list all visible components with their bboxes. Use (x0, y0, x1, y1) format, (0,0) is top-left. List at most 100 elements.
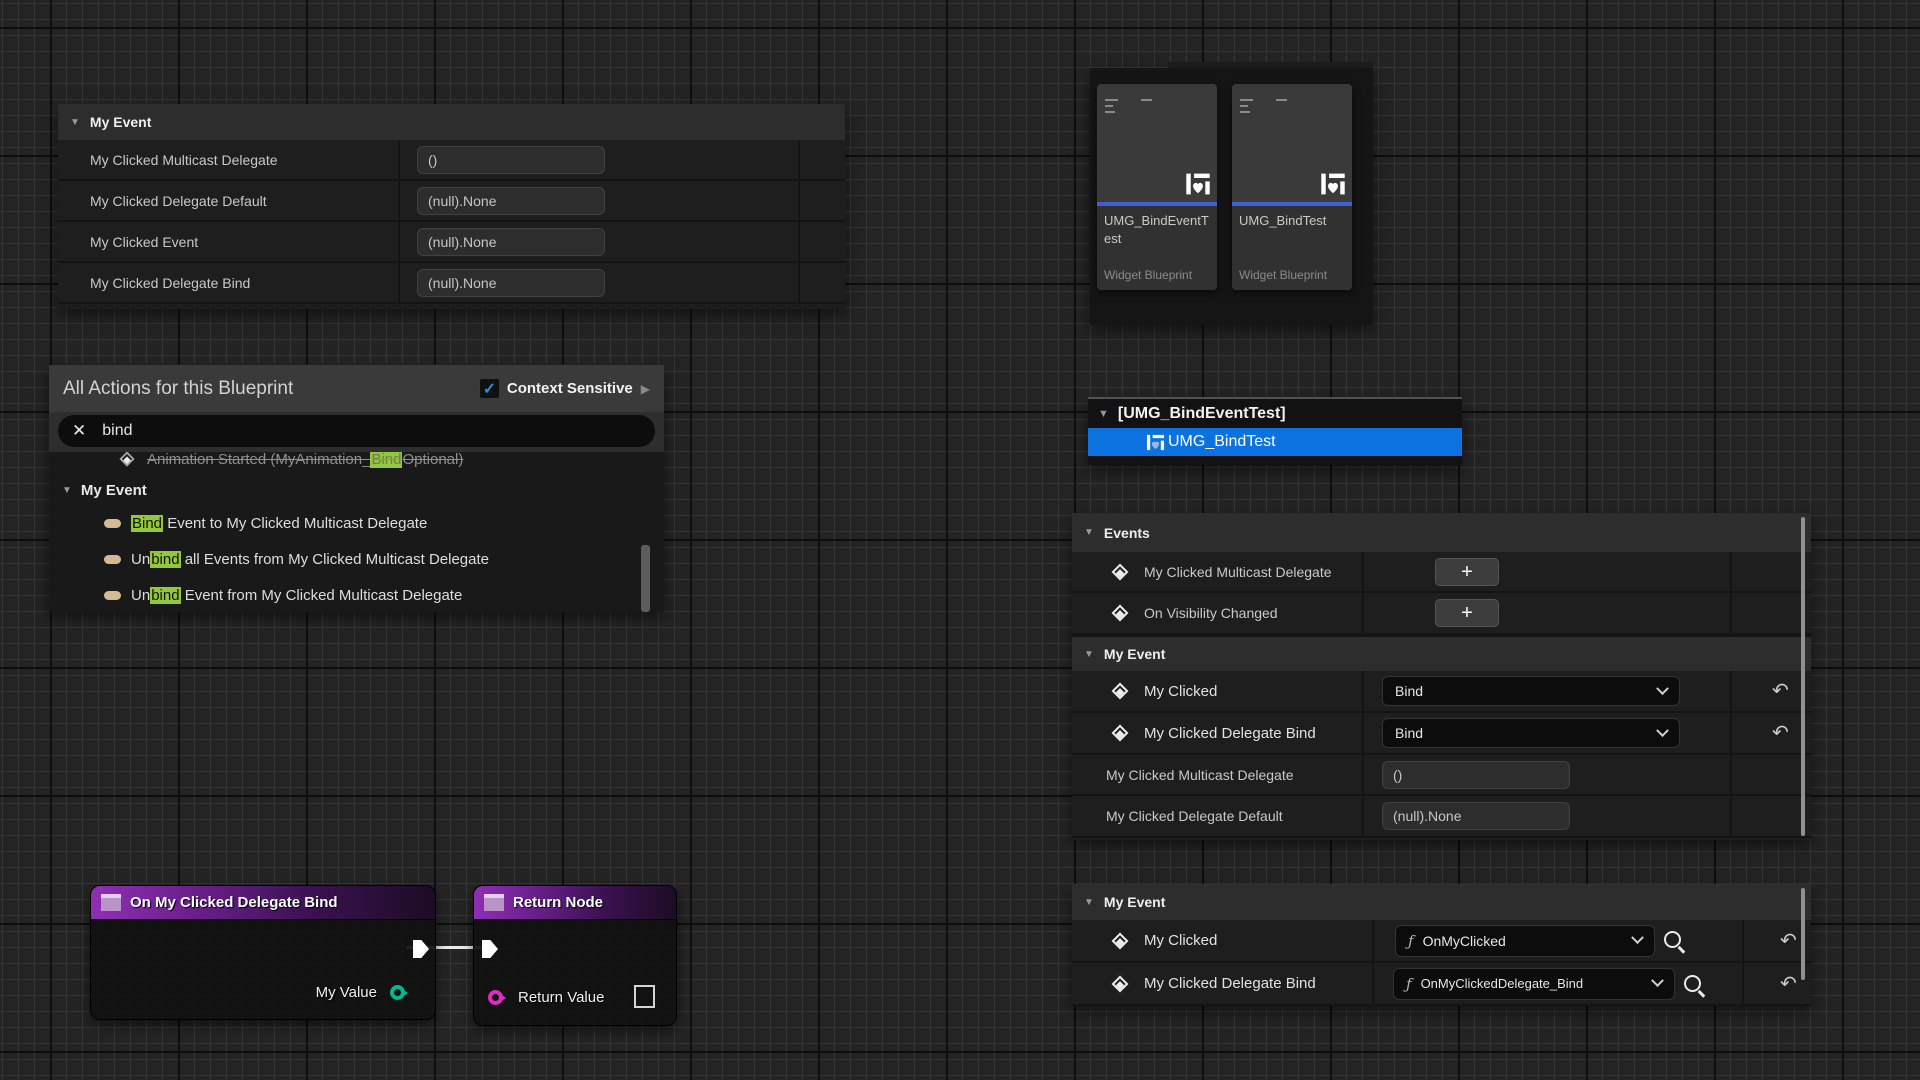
event-label: My Clicked Multicast Delegate (1144, 564, 1332, 580)
node-title: Return Node (513, 894, 603, 911)
my-event-category-header[interactable]: ▼ My Event (1072, 884, 1811, 920)
asset-tile[interactable]: UMG_BindTest Widget Blueprint (1232, 84, 1352, 290)
column-divider[interactable] (1372, 920, 1374, 961)
actions-category-my-event[interactable]: ▼ My Event (49, 475, 664, 505)
property-value-field[interactable]: (null).None (417, 269, 605, 297)
pin-label: Return Value (518, 989, 604, 1006)
widget-blueprint-icon (1320, 171, 1346, 197)
column-divider[interactable] (1362, 796, 1364, 836)
collapse-triangle-icon: ▼ (1084, 527, 1094, 538)
return-value-checkbox[interactable] (634, 985, 655, 1008)
details-panel-bottom-right: ▼ My Event My Clicked ƒ OnMyClicked ↶ My… (1072, 884, 1811, 1006)
hierarchy-selected-row[interactable]: UMG_BindTest (1088, 428, 1462, 456)
category-title: Events (1104, 525, 1150, 541)
exec-out-pin[interactable] (413, 940, 429, 958)
column-divider[interactable] (1730, 796, 1732, 836)
property-value-field[interactable]: () (1382, 761, 1570, 789)
column-divider[interactable] (798, 222, 800, 261)
pin-label: My Value (316, 984, 377, 1001)
chevron-down-icon (1651, 974, 1664, 987)
reset-to-default-icon[interactable]: ↶ (1772, 681, 1789, 701)
asset-thumbnail (1232, 84, 1352, 202)
property-value-field[interactable]: (null).None (417, 187, 605, 215)
details-scrollbar[interactable] (1801, 888, 1805, 980)
details-scrollbar[interactable] (1801, 517, 1805, 836)
asset-tile[interactable]: UMG_BindEventTest Widget Blueprint (1097, 84, 1217, 290)
column-divider[interactable] (1730, 552, 1732, 591)
bind-dropdown[interactable]: Bind (1382, 676, 1680, 706)
column-divider[interactable] (1730, 713, 1732, 753)
node-header[interactable]: On My Clicked Delegate Bind (91, 886, 435, 920)
reset-to-default-icon[interactable]: ↶ (1780, 974, 1797, 994)
function-dropdown[interactable]: ƒ OnMyClickedDelegate_Bind (1393, 968, 1675, 1000)
column-divider[interactable] (1362, 593, 1364, 633)
add-event-button[interactable]: + (1435, 599, 1499, 627)
function-dropdown[interactable]: ƒ OnMyClicked (1395, 925, 1655, 957)
expander-arrow-icon[interactable]: ▶ (641, 382, 650, 396)
dropdown-value: OnMyClickedDelegate_Bind (1421, 976, 1584, 991)
event-dispatcher-icon (1112, 725, 1129, 742)
clear-search-icon[interactable]: ✕ (72, 421, 86, 441)
node-on-my-clicked-delegate-bind[interactable]: On My Clicked Delegate Bind My Value (90, 885, 436, 1020)
actions-menu-header: All Actions for this Blueprint ✓ Context… (49, 365, 664, 412)
column-divider[interactable] (398, 181, 400, 220)
action-item[interactable]: Bind Event to My Clicked Multicast Deleg… (49, 505, 664, 541)
asset-name: UMG_BindTest (1239, 212, 1345, 230)
action-item[interactable]: Unbind Event from My Clicked Multicast D… (49, 577, 664, 612)
column-divider[interactable] (1362, 552, 1364, 591)
column-divider[interactable] (798, 140, 800, 179)
action-item-disabled[interactable]: Animation Started (MyAnimation_BindOptio… (49, 452, 664, 475)
column-divider[interactable] (798, 263, 800, 302)
function-node-icon (101, 894, 121, 911)
value-in-pin[interactable] (488, 990, 503, 1005)
hierarchy-root-row[interactable]: ▼ [UMG_BindEventTest] (1088, 399, 1462, 428)
action-item[interactable]: Unbind all Events from My Clicked Multic… (49, 541, 664, 577)
column-divider[interactable] (1730, 593, 1732, 633)
browse-to-function-icon[interactable] (1664, 931, 1681, 948)
my-event-category-header[interactable]: ▼ My Event (1072, 635, 1811, 671)
value-out-pin[interactable] (390, 985, 405, 1000)
node-header[interactable]: Return Node (474, 886, 676, 920)
function-icon: ƒ (1406, 975, 1412, 993)
context-sensitive-checkbox[interactable]: ✓ (479, 378, 500, 399)
event-label: On Visibility Changed (1144, 605, 1278, 621)
column-divider[interactable] (1362, 671, 1364, 711)
property-value-field[interactable]: () (417, 146, 605, 174)
column-divider[interactable] (798, 181, 800, 220)
bind-dropdown[interactable]: Bind (1382, 718, 1680, 748)
column-divider[interactable] (398, 263, 400, 302)
column-divider[interactable] (398, 222, 400, 261)
unreal-blueprint-editor: { "details_top": { "header": "My Event",… (0, 0, 1920, 1080)
column-divider[interactable] (1362, 713, 1364, 753)
add-event-button[interactable]: + (1435, 558, 1499, 586)
column-divider[interactable] (398, 140, 400, 179)
chevron-down-icon (1656, 724, 1669, 737)
property-value-field[interactable]: (null).None (1382, 802, 1570, 830)
column-divider[interactable] (1372, 963, 1374, 1004)
event-row: On Visibility Changed + (1072, 593, 1811, 635)
reset-to-default-icon[interactable]: ↶ (1772, 723, 1789, 743)
column-divider[interactable] (1730, 671, 1732, 711)
property-row: My Clicked Delegate Default (null).None (58, 181, 845, 222)
column-divider[interactable] (1742, 963, 1744, 1004)
actions-search-bar: ✕ bind (49, 412, 664, 452)
exec-in-pin[interactable] (482, 940, 498, 958)
node-return-node[interactable]: Return Node Return Value (473, 885, 677, 1026)
hierarchy-panel: ▼ [UMG_BindEventTest] UMG_BindTest (1088, 397, 1462, 465)
function-icon: ƒ (1408, 932, 1414, 950)
asset-label-area: UMG_BindEventTest Widget Blueprint (1097, 206, 1217, 290)
events-category-header[interactable]: ▼ Events (1072, 513, 1811, 552)
actions-menu-title: All Actions for this Blueprint (63, 378, 293, 400)
property-row: My Clicked Multicast Delegate () (58, 140, 845, 181)
event-dispatcher-icon (1112, 563, 1129, 580)
column-divider[interactable] (1362, 755, 1364, 794)
search-input[interactable]: ✕ bind (58, 415, 655, 447)
actions-scrollbar[interactable] (641, 545, 650, 612)
column-divider[interactable] (1742, 920, 1744, 961)
category-header-my-event[interactable]: ▼ My Event (58, 104, 845, 140)
browse-to-function-icon[interactable] (1684, 975, 1701, 992)
reset-to-default-icon[interactable]: ↶ (1780, 931, 1797, 951)
asset-thumbnail (1097, 84, 1217, 202)
property-value-field[interactable]: (null).None (417, 228, 605, 256)
column-divider[interactable] (1730, 755, 1732, 794)
